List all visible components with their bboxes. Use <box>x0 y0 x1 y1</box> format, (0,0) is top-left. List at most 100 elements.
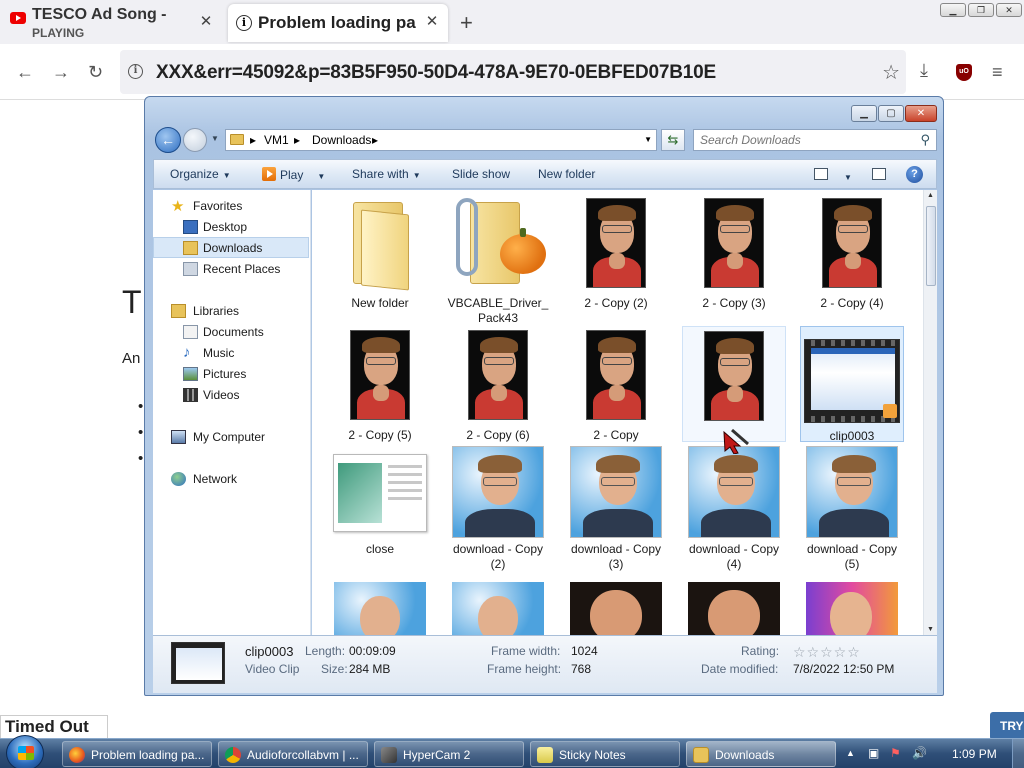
nav-recent-places[interactable]: Recent Places <box>153 259 309 280</box>
recent-pages-dropdown-icon[interactable]: ▼ <box>211 134 219 143</box>
scrollbar-thumb[interactable] <box>926 206 936 286</box>
file-item-photo[interactable]: 2 - Copy (6) <box>446 326 550 442</box>
file-item-download-photo[interactable]: download - Copy (4) <box>682 446 786 571</box>
nav-music[interactable]: ♪ Music <box>153 343 309 364</box>
photo-thumbnail-partial[interactable] <box>806 582 898 635</box>
firefox-icon <box>69 747 85 763</box>
photo-thumbnail-partial[interactable] <box>334 582 426 635</box>
explorer-back-icon[interactable]: ← <box>155 127 181 153</box>
maximize-icon[interactable]: ❐ <box>968 3 994 17</box>
desktop-icon <box>183 220 198 234</box>
photo-thumbnail-partial[interactable] <box>452 582 544 635</box>
bookmark-star-icon[interactable]: ☆ <box>882 60 900 85</box>
new-tab-icon[interactable]: + <box>460 10 473 36</box>
selected-video-thumbnail <box>171 642 225 684</box>
search-input[interactable] <box>694 130 904 150</box>
nav-downloads[interactable]: Downloads <box>153 237 309 258</box>
nav-desktop[interactable]: Desktop <box>153 217 309 238</box>
selected-file-name: clip0003 <box>245 644 294 659</box>
file-item-new-folder[interactable]: New folder <box>328 194 432 310</box>
help-icon[interactable]: ? <box>906 166 923 183</box>
file-item-photo[interactable]: 2 - Copy <box>564 326 668 442</box>
nav-documents[interactable]: Documents <box>153 322 309 343</box>
menu-hamburger-icon[interactable]: ≡ <box>992 62 1003 83</box>
site-info-icon[interactable]: i <box>128 64 143 79</box>
file-item-close[interactable]: close <box>328 448 432 564</box>
taskbar-button-hypercam[interactable]: HyperCam 2 <box>374 741 524 767</box>
taskbar-button-firefox[interactable]: Problem loading pa... <box>62 741 212 767</box>
sticky-notes-icon <box>537 747 553 763</box>
breadcrumb-vm1[interactable]: VM1 <box>264 133 289 147</box>
windows-logo-icon <box>18 746 34 760</box>
try-button[interactable]: TRY <box>990 712 1024 740</box>
refresh-icon[interactable]: ⇆ <box>661 129 685 151</box>
file-item-photo[interactable]: 2 - Copy (4) <box>800 194 904 310</box>
photo-thumbnail <box>688 446 780 538</box>
url-bar[interactable]: i XXX&err=45092&p=83B5F950-50D4-478A-9E7… <box>120 50 906 94</box>
new-folder-button[interactable]: New folder <box>538 167 595 181</box>
preview-pane-icon[interactable] <box>872 168 886 180</box>
address-dropdown-icon[interactable]: ▼ <box>644 135 652 144</box>
pictures-icon <box>183 367 198 381</box>
explorer-maximize-icon[interactable]: ▢ <box>878 105 904 122</box>
volume-icon[interactable]: 🔊 <box>912 746 927 760</box>
close-tab-icon[interactable]: ✕ <box>424 14 440 30</box>
explorer-forward-icon[interactable] <box>183 128 207 152</box>
photo-thumbnail-partial[interactable] <box>688 582 780 635</box>
file-item-photo-hovered[interactable] <box>682 326 786 442</box>
scroll-down-icon[interactable]: ▼ <box>927 626 934 633</box>
share-with-button[interactable]: Share with ▼ <box>352 167 421 181</box>
rating-stars[interactable]: ☆☆☆☆☆ <box>793 644 861 661</box>
file-item-photo[interactable]: 2 - Copy (5) <box>328 326 432 442</box>
view-dropdown-icon[interactable]: ▼ <box>840 169 852 183</box>
nav-favorites[interactable]: ★ Favorites <box>153 196 309 217</box>
organize-button[interactable]: Organize ▼ <box>170 167 231 181</box>
close-window-icon[interactable]: ✕ <box>996 3 1022 17</box>
explorer-minimize-icon[interactable]: ▁ <box>851 105 877 122</box>
photo-thumbnail-partial[interactable] <box>570 582 662 635</box>
nav-pictures[interactable]: Pictures <box>153 364 309 385</box>
file-item-download-photo[interactable]: download - Copy (2) <box>446 446 550 571</box>
nav-network[interactable]: Network <box>153 469 309 490</box>
tab-tesco-ad-song[interactable]: TESCO Ad Song - PLAYING ✕ <box>0 0 222 44</box>
ublock-shield-icon[interactable]: uO <box>956 64 972 81</box>
reload-icon[interactable]: ↻ <box>88 62 103 83</box>
file-item-photo[interactable]: 2 - Copy (2) <box>564 194 668 310</box>
vertical-scrollbar[interactable]: ▲ ▼ <box>923 190 937 635</box>
search-box[interactable]: ⚲ <box>693 129 937 151</box>
slide-show-button[interactable]: Slide show <box>452 167 510 181</box>
nav-videos[interactable]: Videos <box>153 385 309 406</box>
close-tab-icon[interactable]: ✕ <box>198 14 214 30</box>
taskbar-button-sticky-notes[interactable]: Sticky Notes <box>530 741 680 767</box>
scroll-up-icon[interactable]: ▲ <box>927 192 934 199</box>
back-arrow-icon[interactable]: ← <box>16 62 34 83</box>
network-tray-icon[interactable]: ▣ <box>868 746 879 760</box>
file-item-vbcable[interactable]: VBCABLE_Driver_ Pack43 <box>446 194 550 325</box>
show-desktop-button[interactable] <box>1012 739 1024 768</box>
explorer-close-icon[interactable]: ✕ <box>905 105 937 122</box>
file-name: download - Copy (5) <box>806 542 898 571</box>
show-hidden-icons-icon[interactable]: ▲ <box>846 748 855 758</box>
address-bar[interactable]: ▸ VM1 ▸ Downloads ▸ ▼ <box>225 129 657 151</box>
file-item-download-photo[interactable]: download - Copy (3) <box>564 446 668 571</box>
play-button[interactable]: Play ▼ <box>262 167 325 182</box>
tab-problem-loading[interactable]: i Problem loading pa ✕ <box>228 4 448 42</box>
file-item-clip0003[interactable]: clip0003 <box>800 326 904 443</box>
action-center-icon[interactable]: ⚑ <box>890 746 901 760</box>
file-item-download-photo[interactable]: download - Copy (5) <box>800 446 904 571</box>
taskbar-button-chrome[interactable]: Audioforcollabvm | ... <box>218 741 368 767</box>
file-item-photo[interactable]: 2 - Copy (3) <box>682 194 786 310</box>
forward-arrow-icon[interactable]: → <box>52 62 70 83</box>
file-size: 284 MB <box>349 662 391 676</box>
taskbar-button-downloads[interactable]: Downloads <box>686 741 836 767</box>
breadcrumb-downloads[interactable]: Downloads <box>312 133 371 147</box>
search-icon[interactable]: ⚲ <box>920 132 930 148</box>
minimize-icon[interactable]: ▁ <box>940 3 966 17</box>
start-button[interactable] <box>6 735 44 768</box>
clock[interactable]: 1:09 PM <box>952 747 997 761</box>
change-view-icon[interactable] <box>814 168 828 180</box>
nav-my-computer[interactable]: My Computer <box>153 427 309 448</box>
file-name: 2 - Copy (2) <box>584 296 648 310</box>
nav-libraries[interactable]: Libraries <box>153 301 309 322</box>
download-icon[interactable]: ⤓ <box>920 60 928 81</box>
